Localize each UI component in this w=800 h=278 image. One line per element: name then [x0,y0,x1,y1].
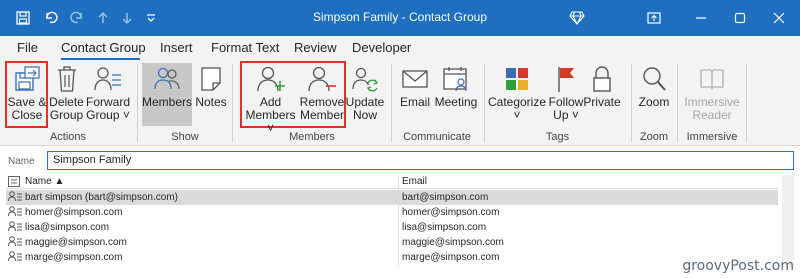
members-view-button[interactable]: Members [142,64,193,109]
member-name: bart simpson (bart@simpson.com) [25,192,178,203]
name-field-label: Name [8,156,35,167]
add-person-icon [256,64,286,94]
categorize-icon [502,64,532,94]
close-icon[interactable] [770,9,788,27]
group-label-members: Members [289,131,335,143]
save-close-highlight [5,61,48,128]
vertical-scrollbar[interactable] [782,175,794,267]
magnifier-icon [639,64,669,94]
categorize-button[interactable]: Categorize ˅ [488,64,546,122]
email-label: Email [399,95,430,109]
private-label: Private [583,95,621,109]
member-email: marge@simpson.com [402,252,500,263]
ribbon-separator [137,64,138,142]
remove-person-icon [307,64,337,94]
contact-icon [8,221,22,235]
minimize-icon[interactable] [692,9,710,27]
tab-file[interactable]: File [17,40,38,55]
members-table: Name ▲ Email bart simpson (bart@simpson.… [6,175,778,267]
menu-bar: File Contact Group Insert Format Text Re… [0,36,800,60]
remove-member-button[interactable]: Remove Member [299,64,345,122]
member-email: bart@simpson.com [402,192,489,203]
column-header-email[interactable]: Email [402,176,427,187]
contact-icon [8,236,22,250]
group-label-communicate: Communicate [403,131,471,143]
members-view-label: Members [142,95,193,109]
tab-insert[interactable]: Insert [160,40,193,55]
email-button[interactable]: Email [397,64,433,109]
member-name: marge@simpson.com [25,252,123,263]
group-label-immersive: Immersive [686,131,738,143]
delete-group-button[interactable]: Delete Group [49,64,84,122]
delete-group-label-2: Group [49,108,84,122]
tab-contact-group[interactable]: Contact Group [61,40,146,55]
tab-developer[interactable]: Developer [352,40,411,55]
window-title: Simpson Family - Contact Group [312,10,488,24]
group-label-zoom: Zoom [639,131,669,143]
immersive-reader-label-2: Reader [692,108,732,122]
table-row[interactable]: maggie@simpson.com maggie@simpson.com [6,235,778,250]
follow-up-label-2: Up ˅ [553,108,579,122]
maximize-icon[interactable] [731,9,749,27]
notes-label: Notes [195,95,227,109]
contact-icon [8,191,22,205]
member-name: homer@simpson.com [25,207,123,218]
update-now-label-2: Now [352,108,377,122]
name-field[interactable]: Simpson Family [47,151,794,170]
envelope-icon [400,64,430,94]
watermark: groovyPost.com [682,258,794,274]
table-row[interactable]: marge@simpson.com marge@simpson.com [6,250,778,265]
zoom-button[interactable]: Zoom [636,64,672,109]
immersive-reader-button[interactable]: Immersive Reader [680,64,744,122]
member-email: maggie@simpson.com [402,237,504,248]
follow-up-button[interactable]: Follow Up ˅ [546,64,586,122]
table-row[interactable]: homer@simpson.com homer@simpson.com [6,205,778,220]
table-row[interactable]: lisa@simpson.com lisa@simpson.com [6,220,778,235]
tab-format-text[interactable]: Format Text [211,40,279,55]
update-people-icon [350,64,380,94]
immersive-reader-icon [697,64,727,94]
forward-group-icon [93,64,123,94]
card-icon [8,176,20,190]
table-header: Name ▲ Email [6,175,778,189]
lock-icon [587,64,617,94]
contact-icon [8,251,22,265]
meeting-label: Meeting [434,95,478,109]
ribbon-display-icon[interactable] [645,9,663,27]
member-name: lisa@simpson.com [25,222,110,233]
zoom-label: Zoom [638,95,670,109]
notes-button[interactable]: Notes [194,64,228,109]
group-label-actions: Actions [49,131,87,143]
member-email: homer@simpson.com [402,207,500,218]
calendar-people-icon [441,64,471,94]
private-button[interactable]: Private [583,64,621,109]
group-label-show: Show [171,131,199,143]
column-header-name[interactable]: Name ▲ [25,176,64,187]
meeting-button[interactable]: Meeting [434,64,478,109]
forward-group-button[interactable]: Forward Group ˅ [86,64,130,122]
tab-review[interactable]: Review [294,40,337,55]
remove-member-label-2: Member [299,108,344,122]
member-email: lisa@simpson.com [402,222,487,233]
column-header-name-label: Name [25,176,52,187]
flag-icon [551,64,581,94]
diamond-icon[interactable] [568,9,586,27]
add-members-button[interactable]: Add Members ˅ [243,64,298,135]
contact-icon [8,206,22,220]
trash-icon [52,64,82,94]
update-now-button[interactable]: Update Now [346,64,384,122]
member-name: maggie@simpson.com [25,237,127,248]
forward-group-label-2: Group ˅ [86,108,130,122]
group-label-tags: Tags [545,131,570,143]
notes-icon [196,64,226,94]
members-icon [152,64,182,94]
table-row[interactable]: bart simpson (bart@simpson.com) bart@sim… [6,190,778,205]
title-bar: Simpson Family - Contact Group [0,0,800,36]
ribbon-separator [746,64,747,142]
categorize-dropdown: ˅ [513,108,521,122]
